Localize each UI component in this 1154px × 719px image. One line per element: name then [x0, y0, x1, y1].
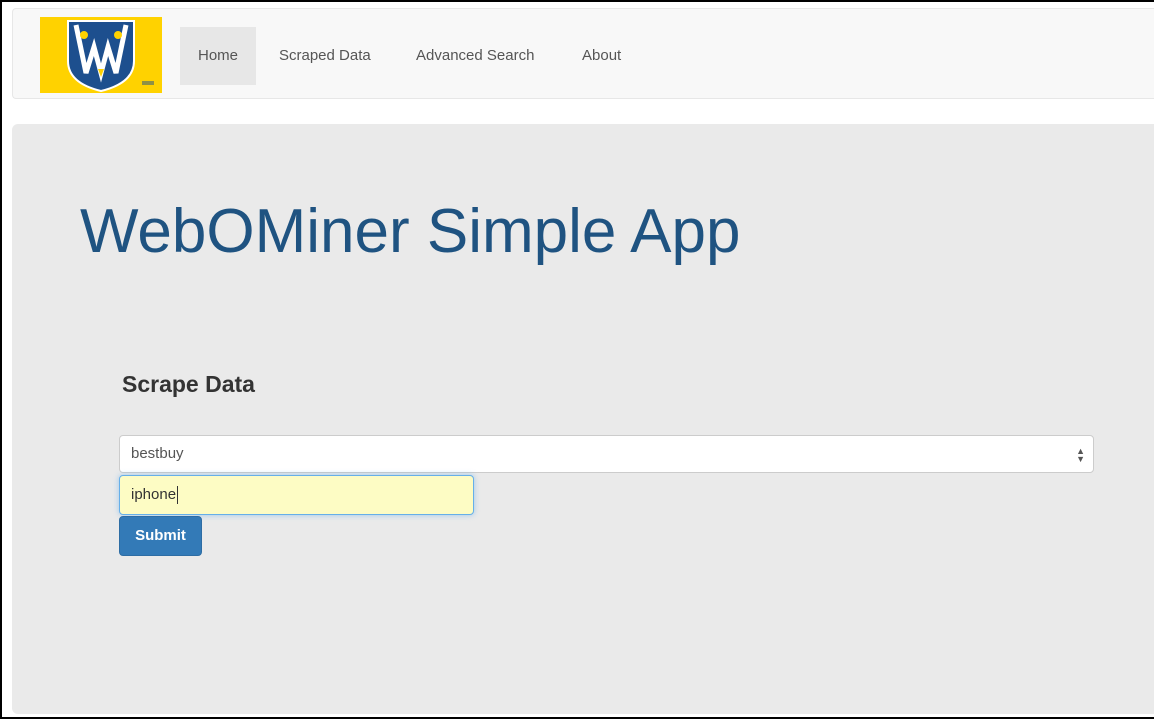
section-title: Scrape Data	[122, 371, 255, 397]
crest-logo-svg	[40, 17, 162, 93]
nav-advanced-search[interactable]: Advanced Search	[398, 27, 552, 85]
nav-scraped-data[interactable]: Scraped Data	[261, 27, 389, 85]
nav-home[interactable]: Home	[180, 27, 257, 85]
page-title: WebOMiner Simple App	[80, 197, 741, 266]
site-select-value: bestbuy	[131, 445, 184, 462]
crest-logo-icon[interactable]	[40, 17, 162, 93]
site-select[interactable]: bestbuy ▲ ▼	[119, 435, 1094, 473]
submit-button[interactable]: Submit	[119, 516, 202, 556]
nav-about[interactable]: About	[564, 27, 639, 85]
search-input-value: iphone	[131, 486, 177, 503]
select-arrows-icon: ▲ ▼	[1076, 446, 1085, 464]
search-input[interactable]: iphone	[119, 475, 474, 515]
navbar: Home Scraped Data Advanced Search About	[12, 8, 1154, 99]
text-caret	[177, 486, 179, 505]
